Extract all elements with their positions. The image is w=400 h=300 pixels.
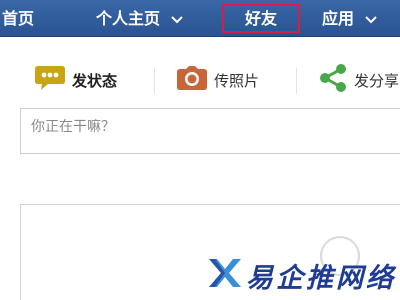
nav-home[interactable]: 首页 (2, 0, 34, 37)
nav-home-label: 首页 (2, 9, 35, 28)
tab-upload-photo[interactable]: 传照片 (176, 62, 259, 98)
share-icon (318, 63, 348, 97)
tab-share-label: 发分享 (354, 71, 400, 90)
watermark-logo-icon (206, 255, 242, 295)
tab-upload-photo-label: 传照片 (214, 71, 260, 90)
nav-apps-label: 应用 (322, 9, 355, 28)
speech-bubble-icon (34, 64, 66, 96)
tab-post-status-label: 发状态 (72, 71, 118, 90)
top-nav: 首页 个人主页 好友 应用 (0, 0, 400, 37)
status-input[interactable] (31, 119, 400, 135)
watermark: 易企推网络 (206, 256, 396, 294)
tab-share[interactable]: 发分享 (318, 62, 399, 98)
status-input-container (20, 108, 400, 154)
nav-apps[interactable]: 应用 (322, 0, 377, 37)
nav-profile[interactable]: 个人主页 (96, 0, 183, 37)
chevron-down-icon[interactable] (170, 0, 183, 37)
tab-post-status[interactable]: 发状态 (34, 62, 117, 98)
chevron-down-icon[interactable] (364, 0, 377, 37)
tab-divider (154, 68, 155, 94)
nav-profile-label: 个人主页 (96, 9, 161, 28)
watermark-text: 易企推网络 (246, 262, 396, 294)
nav-friends-label: 好友 (244, 9, 277, 28)
camera-icon (176, 65, 208, 95)
nav-friends[interactable]: 好友 (222, 4, 300, 33)
tab-divider (296, 68, 297, 94)
